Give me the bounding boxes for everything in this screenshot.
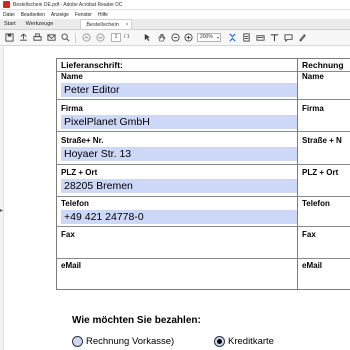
fit-page-icon[interactable] [228,33,237,42]
divider [298,164,350,165]
acrobat-app-icon [3,1,10,8]
phone-label: Telefon [61,199,89,208]
email-label: eMail [61,261,82,270]
divider [57,258,297,259]
name-field[interactable]: Peter Editor [61,83,297,97]
highlight-icon[interactable] [270,33,279,42]
divider [57,99,297,100]
zip-city-label: PLZ + Ort [61,168,98,177]
tab-werkzeuge[interactable]: Werkzeuge [21,19,59,29]
title-bar: Bestellschein DE.pdf - Adobe Acrobat Rea… [0,0,350,10]
street-label: Straße+ Nr. [61,136,104,145]
divider [57,226,297,227]
chevron-down-icon: ▾ [216,35,219,40]
tab-document[interactable]: Bestellschein DE.pdf × [80,19,133,38]
menu-hilfe[interactable]: Hilfe [98,12,108,18]
page-down-icon[interactable] [96,33,105,42]
toolbar-divider [75,33,76,43]
billing-street-label: Straße + N [302,136,342,145]
billing-address-heading: Rechnung [302,60,344,70]
keyboard-icon[interactable] [256,33,265,42]
divider [298,226,350,227]
search-icon[interactable] [61,33,70,42]
menu-datei[interactable]: Datei [3,12,15,18]
billing-zip-city-label: PLZ + Ort [302,168,339,177]
payment-invoice-radio[interactable] [72,336,83,347]
billing-phone-label: Telefon [302,199,330,208]
zoom-level-select[interactable]: 200% ▾ [197,33,221,42]
phone-field[interactable]: +49 421 24778-0 [61,210,297,224]
navigation-pane-edge[interactable] [0,47,4,350]
delivery-address-heading: Lieferanschrift: [61,60,123,70]
zoom-in-icon[interactable] [184,33,193,42]
menu-fenster[interactable]: Fenster [75,12,92,18]
divider [298,99,350,100]
save-icon[interactable] [5,33,14,42]
address-form: Lieferanschrift: Name Peter Editor Firma… [56,58,350,290]
name-label: Name [61,72,83,81]
tab-bar: Start Werkzeuge Bestellschein DE.pdf × [0,19,350,38]
divider [298,131,350,132]
pen-icon[interactable] [298,33,307,42]
zoom-out-icon[interactable] [171,33,180,42]
street-field[interactable]: Hoyaer Str. 13 [61,147,297,161]
payment-invoice-label: Rechnung Vorkasse) [86,336,175,347]
divider [57,164,297,165]
firma-label: Firma [61,104,83,113]
zip-city-field[interactable]: 28205 Bremen [61,179,297,193]
menu-bearbeiten[interactable]: Bearbeiten [21,12,45,18]
payment-creditcard-radio[interactable] [214,336,225,347]
expand-pane-icon[interactable]: ▸ [0,207,3,214]
menu-bar: Datei Bearbeiten Anzeige Fenster Hilfe [0,10,350,19]
comment-icon[interactable] [284,33,293,42]
payment-question: Wie möchten Sie bezahlen: [72,315,201,326]
firma-field[interactable]: PixelPlanet GmbH [61,115,297,129]
billing-fax-label: Fax [302,230,316,239]
divider [298,196,350,197]
window-title: Bestellschein DE.pdf - Adobe Acrobat Rea… [13,1,123,8]
page-total: / 1 [124,34,130,40]
page-up-icon[interactable] [82,33,91,42]
toolbar: 1 / 1 200% ▾ [0,30,350,46]
select-cursor-icon[interactable] [143,33,152,42]
delivery-address-column: Lieferanschrift: Name Peter Editor Firma… [56,59,298,289]
billing-firma-label: Firma [302,104,324,113]
divider [57,196,297,197]
divider [298,258,350,259]
email-icon[interactable] [47,33,56,42]
upload-icon[interactable] [19,33,28,42]
payment-creditcard-label: Kreditkarte [228,336,274,347]
fax-label: Fax [61,230,75,239]
print-icon[interactable] [33,33,42,42]
tab-start[interactable]: Start [0,19,21,29]
page-number-input[interactable]: 1 [111,33,121,42]
billing-name-label: Name [302,72,324,81]
close-tab-icon[interactable]: × [125,20,128,30]
menu-anzeige[interactable]: Anzeige [51,12,69,18]
scroll-mode-icon[interactable] [242,33,251,42]
hand-tool-icon[interactable] [157,33,166,42]
divider [57,131,297,132]
divider [57,71,297,72]
billing-email-label: eMail [302,261,323,270]
billing-address-column: Rechnung Name Firma Straße + N PLZ + Ort… [298,59,350,289]
zoom-level-value: 200% [200,34,213,40]
